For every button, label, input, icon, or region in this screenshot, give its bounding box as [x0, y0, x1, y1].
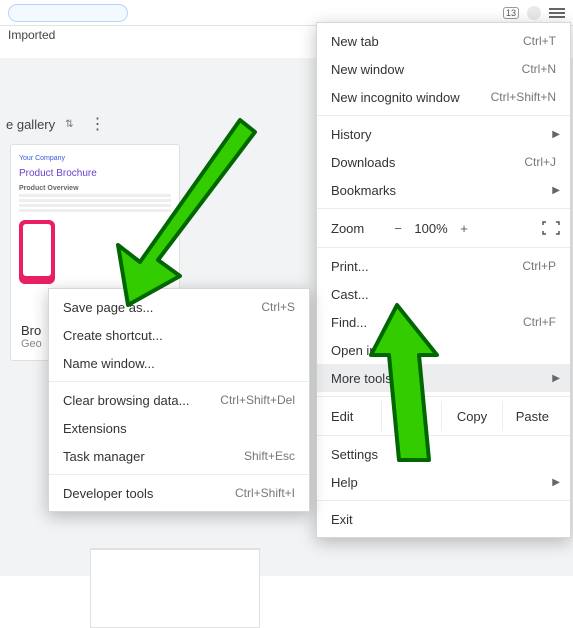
- gallery-title: e gallery: [6, 117, 55, 132]
- gallery-menu-icon[interactable]: ⋮: [84, 114, 112, 134]
- menu-history[interactable]: History▶: [317, 120, 570, 148]
- submenu-clear-browsing[interactable]: Clear browsing data...Ctrl+Shift+Del: [49, 386, 309, 414]
- menu-print[interactable]: Print...Ctrl+P: [317, 252, 570, 280]
- submenu-name-window[interactable]: Name window...: [49, 349, 309, 377]
- kebab-menu-icon[interactable]: [549, 5, 565, 21]
- cut-button[interactable]: Cut: [381, 401, 441, 431]
- chevron-right-icon: ▶: [552, 477, 560, 488]
- extension-badge[interactable]: 13: [503, 7, 519, 19]
- chevron-right-icon: ▶: [552, 373, 560, 384]
- thumb-title: Product Brochure: [19, 168, 171, 179]
- edit-label: Edit: [331, 409, 381, 424]
- chevron-right-icon: ▶: [552, 129, 560, 140]
- zoom-in-button[interactable]: +: [452, 221, 476, 236]
- chrome-main-menu: New tabCtrl+T New windowCtrl+N New incog…: [316, 22, 571, 538]
- menu-new-window[interactable]: New windowCtrl+N: [317, 55, 570, 83]
- submenu-extensions[interactable]: Extensions: [49, 414, 309, 442]
- profile-avatar[interactable]: [527, 6, 541, 20]
- menu-find[interactable]: Find...Ctrl+F: [317, 308, 570, 336]
- submenu-developer-tools[interactable]: Developer toolsCtrl+Shift+I: [49, 479, 309, 507]
- submenu-task-manager[interactable]: Task managerShift+Esc: [49, 442, 309, 470]
- submenu-save-page[interactable]: Save page as...Ctrl+S: [49, 293, 309, 321]
- chevron-right-icon: ▶: [552, 185, 560, 196]
- menu-new-tab[interactable]: New tabCtrl+T: [317, 27, 570, 55]
- paste-button[interactable]: Paste: [502, 401, 562, 431]
- menu-edit-row: Edit Cut Copy Paste: [317, 401, 570, 431]
- menu-cast[interactable]: Cast...: [317, 280, 570, 308]
- url-bar[interactable]: [8, 4, 128, 22]
- menu-zoom-row: Zoom − 100% +: [317, 213, 570, 243]
- bookmark-folder[interactable]: Imported: [8, 28, 55, 42]
- copy-button[interactable]: Copy: [441, 401, 501, 431]
- thumb-overview: Product Overview: [19, 185, 171, 192]
- menu-more-tools[interactable]: More tools▶: [317, 364, 570, 392]
- more-tools-submenu: Save page as...Ctrl+S Create shortcut...…: [48, 288, 310, 512]
- sort-icon[interactable]: ⇅: [65, 119, 73, 130]
- menu-settings[interactable]: Settings: [317, 440, 570, 468]
- fullscreen-icon[interactable]: [542, 221, 560, 235]
- menu-downloads[interactable]: DownloadsCtrl+J: [317, 148, 570, 176]
- menu-new-incognito[interactable]: New incognito windowCtrl+Shift+N: [317, 83, 570, 111]
- menu-exit[interactable]: Exit: [317, 505, 570, 533]
- submenu-create-shortcut[interactable]: Create shortcut...: [49, 321, 309, 349]
- thumb-company: Your Company: [19, 155, 171, 162]
- zoom-value: 100%: [410, 221, 452, 236]
- zoom-out-button[interactable]: −: [386, 221, 410, 236]
- thumb-image: [19, 220, 55, 284]
- partial-card: [90, 548, 260, 628]
- menu-bookmarks[interactable]: Bookmarks▶: [317, 176, 570, 204]
- menu-help[interactable]: Help▶: [317, 468, 570, 496]
- menu-open-in-docs[interactable]: Open in Docs: [317, 336, 570, 364]
- zoom-label: Zoom: [331, 221, 386, 236]
